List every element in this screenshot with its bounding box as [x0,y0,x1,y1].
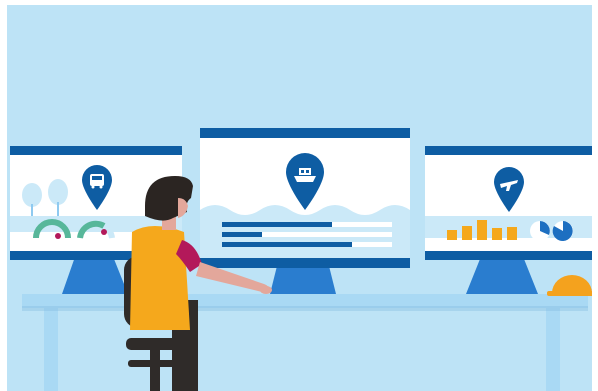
frame-right [592,0,598,391]
frame-left [0,0,7,391]
frame-top [0,0,598,5]
illustration [0,0,598,391]
text-lines [222,222,392,247]
